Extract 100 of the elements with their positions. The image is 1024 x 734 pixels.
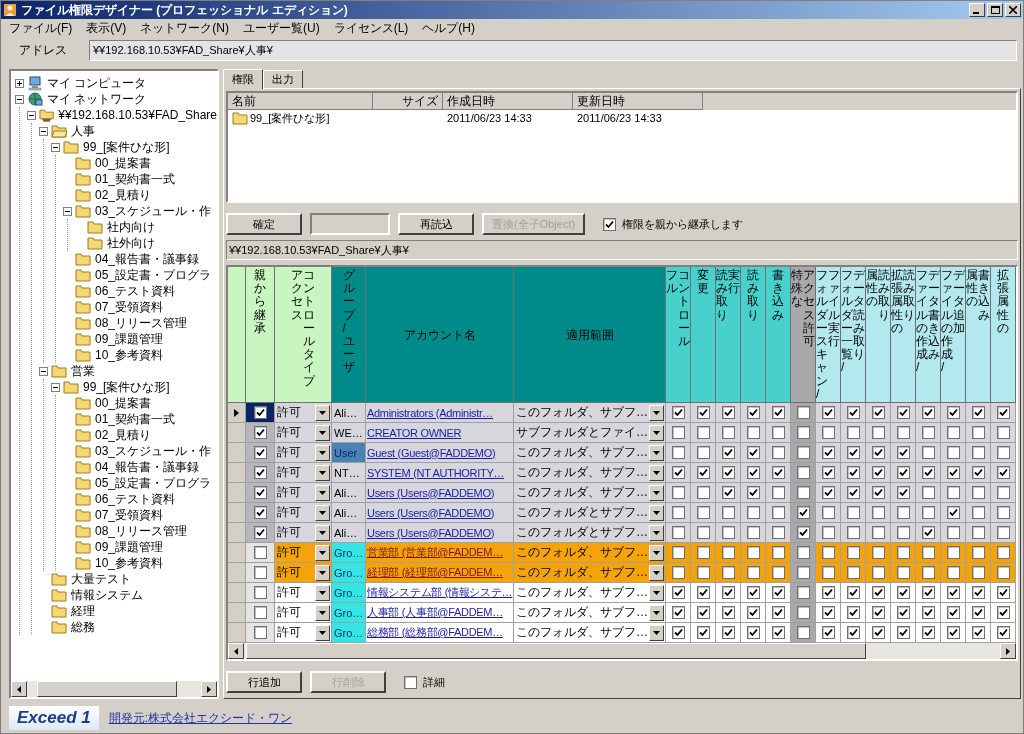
dropdown-button[interactable] <box>649 624 664 641</box>
dropdown-button[interactable] <box>315 424 330 441</box>
column-header[interactable]: 更新日時 <box>573 93 703 110</box>
checkbox[interactable] <box>746 486 760 499</box>
column-header[interactable]: ファイルの作成/ データ書き込み <box>916 267 941 403</box>
checkbox[interactable] <box>921 446 935 459</box>
checkbox[interactable] <box>746 406 760 419</box>
checkbox[interactable] <box>946 526 960 539</box>
checkbox[interactable] <box>796 606 810 619</box>
checkbox[interactable] <box>721 566 735 579</box>
checkbox[interactable] <box>921 626 935 639</box>
dropdown-button[interactable] <box>315 404 330 421</box>
checkbox[interactable] <box>946 606 960 619</box>
checkbox[interactable] <box>253 566 267 579</box>
dropdown-button[interactable] <box>649 464 664 481</box>
column-header[interactable]: 変更 <box>691 267 716 403</box>
tree-item[interactable]: 07_受領資料 <box>95 506 164 524</box>
close-button[interactable] <box>1005 3 1021 17</box>
button[interactable]: 確定 <box>226 213 302 235</box>
checkbox[interactable] <box>253 626 267 639</box>
checkbox[interactable] <box>253 526 267 539</box>
checkbox[interactable] <box>871 526 885 539</box>
checkbox[interactable] <box>771 606 785 619</box>
checkbox[interactable] <box>946 626 960 639</box>
file-name[interactable]: 99_[案件ひな形] <box>250 110 330 126</box>
column-header[interactable]: 名前 <box>228 93 373 110</box>
tree-item[interactable]: 営業 <box>71 362 95 380</box>
checkbox[interactable] <box>771 426 785 439</box>
account-link[interactable]: Users (Users@FADDEMO) <box>366 486 495 499</box>
checkbox[interactable] <box>771 546 785 559</box>
button[interactable]: 行追加 <box>226 671 302 693</box>
checkbox[interactable] <box>946 566 960 579</box>
column-header[interactable]: 拡張属性の <box>991 267 1016 403</box>
checkbox[interactable] <box>771 586 785 599</box>
checkbox[interactable] <box>671 506 685 519</box>
developer-link[interactable]: 開発元:株式会社エクシード・ワン <box>108 709 293 727</box>
collapse-icon[interactable] <box>39 366 48 376</box>
checkbox[interactable] <box>971 426 985 439</box>
grid-row[interactable]: 許可 WE… CREATOR OWNER サブフォルダとファイ… <box>228 423 1016 443</box>
checkbox[interactable] <box>696 446 710 459</box>
checkbox[interactable] <box>746 506 760 519</box>
grid-row[interactable]: 許可 Gro… 総務部 (総務部@FADDEM… このフォルダ、サブフ… <box>228 623 1016 643</box>
checkbox[interactable] <box>746 546 760 559</box>
checkbox[interactable] <box>721 466 735 479</box>
tree-item[interactable]: 08_リリース管理 <box>95 522 188 540</box>
checkbox[interactable] <box>771 486 785 499</box>
scrollbar-thumb[interactable] <box>246 643 866 659</box>
menu-item[interactable]: ネットワーク(N) <box>140 19 229 37</box>
tree-item[interactable]: 99_[案件ひな形] <box>83 138 170 156</box>
checkbox[interactable] <box>821 546 835 559</box>
account-link[interactable]: CREATOR OWNER <box>366 426 462 439</box>
checkbox[interactable] <box>696 466 710 479</box>
checkbox[interactable] <box>846 606 860 619</box>
checkbox[interactable] <box>996 626 1010 639</box>
scrollbar[interactable] <box>228 643 1016 659</box>
checkbox[interactable] <box>671 466 685 479</box>
checkbox[interactable] <box>771 466 785 479</box>
checkbox[interactable] <box>896 426 910 439</box>
checkbox[interactable] <box>846 446 860 459</box>
grid-row[interactable]: 許可 Gro… 情報システム部 (情報システ… このフォルダ、サブフ… <box>228 583 1016 603</box>
checkbox[interactable] <box>671 626 685 639</box>
checkbox[interactable] <box>921 506 935 519</box>
checkbox[interactable] <box>996 606 1010 619</box>
checkbox[interactable] <box>771 566 785 579</box>
checkbox[interactable] <box>896 546 910 559</box>
collapse-icon[interactable] <box>51 142 60 152</box>
checkbox[interactable] <box>846 586 860 599</box>
checkbox[interactable] <box>896 506 910 519</box>
checkbox[interactable] <box>921 426 935 439</box>
checkbox[interactable] <box>896 526 910 539</box>
checkbox[interactable] <box>871 466 885 479</box>
checkbox[interactable] <box>946 426 960 439</box>
dropdown-button[interactable] <box>649 484 664 501</box>
collapse-icon[interactable] <box>63 206 72 216</box>
tree-item[interactable]: 04_報告書・議事録 <box>95 458 200 476</box>
checkbox[interactable] <box>846 546 860 559</box>
checkbox[interactable] <box>796 546 810 559</box>
column-header[interactable]: フォルダー一覧/ データ読み取り <box>841 267 866 403</box>
column-header[interactable]: ファイルの作成/ データ追加 <box>941 267 966 403</box>
checkbox[interactable] <box>846 406 860 419</box>
checkbox[interactable] <box>921 406 935 419</box>
checkbox[interactable] <box>671 566 685 579</box>
checkbox[interactable] <box>696 526 710 539</box>
checkbox[interactable] <box>971 486 985 499</box>
checkbox[interactable] <box>821 446 835 459</box>
checkbox[interactable] <box>821 506 835 519</box>
checkbox[interactable] <box>996 506 1010 519</box>
checkbox[interactable] <box>946 446 960 459</box>
column-header[interactable]: 適用範囲 <box>514 267 666 403</box>
tree-item[interactable]: 00_提案書 <box>95 394 152 412</box>
checkbox[interactable] <box>746 566 760 579</box>
checkbox[interactable] <box>821 626 835 639</box>
collapse-icon[interactable] <box>15 94 24 104</box>
checkbox[interactable] <box>721 606 735 619</box>
account-link[interactable]: 情報システム部 (情報システ… <box>366 585 513 600</box>
dropdown-button[interactable] <box>649 404 664 421</box>
checkbox[interactable] <box>796 446 810 459</box>
checkbox[interactable] <box>971 406 985 419</box>
tree-item[interactable]: ¥¥192.168.10.53¥FAD_Share <box>58 108 217 122</box>
dropdown-button[interactable] <box>315 604 330 621</box>
